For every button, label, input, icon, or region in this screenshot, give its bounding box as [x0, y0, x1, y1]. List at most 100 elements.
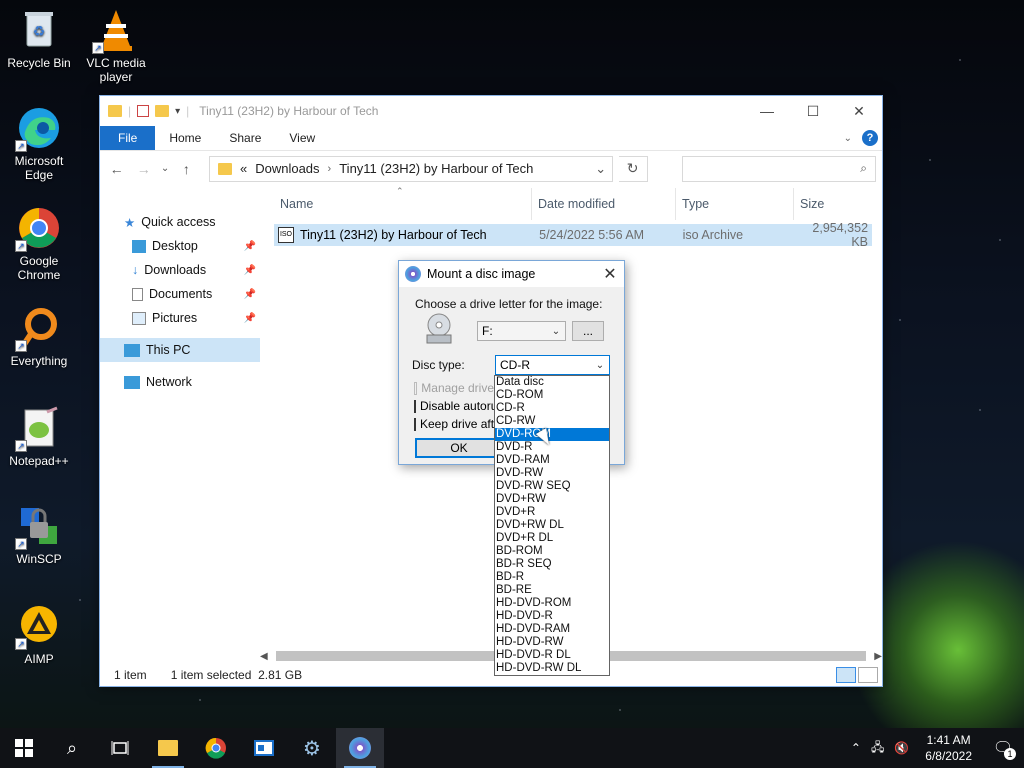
- dropdown-option[interactable]: BD-RE: [495, 584, 609, 597]
- explorer-titlebar[interactable]: | ▾ | Tiny11 (23H2) by Harbour of Tech —…: [100, 96, 882, 126]
- tab-file[interactable]: File: [100, 126, 156, 150]
- maximize-button[interactable]: ☐: [790, 96, 836, 126]
- volume-muted-icon[interactable]: 🔇: [894, 741, 909, 755]
- breadcrumb-downloads[interactable]: Downloads: [255, 161, 319, 176]
- dropdown-option[interactable]: DVD-RW SEQ: [495, 480, 609, 493]
- dropdown-option[interactable]: BD-R SEQ: [495, 558, 609, 571]
- taskbar-file-explorer[interactable]: [144, 728, 192, 768]
- nav-downloads[interactable]: ↓ Downloads 📌: [100, 258, 260, 282]
- details-view-button[interactable]: [836, 667, 856, 683]
- notification-center-button[interactable]: 🗨 1: [988, 738, 1018, 760]
- dropdown-option[interactable]: DVD+RW: [495, 493, 609, 506]
- desktop-icon-notepadpp[interactable]: ↗ Notepad++: [0, 406, 78, 468]
- search-button[interactable]: ⌕: [48, 728, 96, 768]
- recent-locations-icon[interactable]: ⌄: [160, 163, 170, 174]
- nav-network[interactable]: Network: [100, 370, 260, 394]
- nav-desktop[interactable]: Desktop 📌: [100, 234, 260, 258]
- up-button[interactable]: ↑: [176, 161, 197, 177]
- address-overflow[interactable]: «: [240, 161, 247, 176]
- desktop-icon-recycle-bin[interactable]: ♻ Recycle Bin: [0, 8, 78, 70]
- address-dropdown-icon[interactable]: ⌄: [590, 161, 612, 177]
- refresh-button[interactable]: ↻: [618, 155, 648, 182]
- task-view-button[interactable]: [96, 728, 144, 768]
- taskbar-disc-mounter[interactable]: [336, 728, 384, 768]
- start-button[interactable]: [0, 728, 48, 768]
- pin-icon[interactable]: 📌: [244, 313, 256, 324]
- desktop-icon-chrome[interactable]: ↗ Google Chrome: [0, 206, 78, 282]
- edge-icon: ↗: [15, 106, 61, 152]
- dialog-close-button[interactable]: ✕: [596, 264, 624, 284]
- close-button[interactable]: ✕: [836, 96, 882, 126]
- dropdown-option[interactable]: HD-DVD-R: [495, 610, 609, 623]
- dropdown-option[interactable]: DVD+R DL: [495, 532, 609, 545]
- tab-share[interactable]: Share: [215, 126, 275, 150]
- nav-this-pc[interactable]: This PC: [100, 338, 260, 362]
- breadcrumb-separator-icon[interactable]: ›: [328, 163, 332, 175]
- minimize-button[interactable]: —: [744, 96, 790, 126]
- search-input[interactable]: ⌕: [681, 155, 876, 182]
- desktop-icon-everything[interactable]: ↗ Everything: [0, 306, 78, 368]
- pin-icon[interactable]: 📌: [244, 241, 256, 252]
- large-icons-view-button[interactable]: [858, 667, 878, 683]
- keep-drive-checkbox[interactable]: Keep drive after: [414, 417, 494, 431]
- dropdown-option[interactable]: HD-DVD-ROM: [495, 597, 609, 610]
- dropdown-option[interactable]: DVD+RW DL: [495, 519, 609, 532]
- checkbox-label: Manage drive: [421, 381, 494, 395]
- dialog-titlebar[interactable]: Mount a disc image ✕: [399, 261, 624, 287]
- tab-view[interactable]: View: [275, 126, 329, 150]
- scroll-left-icon[interactable]: ◀: [260, 651, 268, 662]
- disc-type-select[interactable]: CD-R ⌄: [495, 355, 610, 375]
- tab-home[interactable]: Home: [155, 126, 215, 150]
- help-icon[interactable]: ?: [862, 130, 878, 146]
- forward-button[interactable]: →: [133, 161, 154, 177]
- dropdown-option[interactable]: HD-DVD-R DL: [495, 649, 609, 662]
- properties-icon[interactable]: [137, 105, 150, 117]
- dropdown-option[interactable]: HD-DVD-RW: [495, 636, 609, 649]
- desktop-icon-vlc[interactable]: ↗ VLC media player: [77, 8, 155, 84]
- folder-icon: [108, 105, 122, 117]
- scroll-right-icon[interactable]: ▶: [874, 651, 882, 662]
- show-hidden-icons-icon[interactable]: ⌃: [851, 741, 861, 755]
- dropdown-option[interactable]: DVD-RAM: [495, 454, 609, 467]
- pin-icon[interactable]: 📌: [244, 265, 256, 276]
- dropdown-option[interactable]: HD-DVD-RAM: [495, 623, 609, 636]
- column-header-size[interactable]: Size: [794, 188, 872, 220]
- network-status-icon[interactable]: 🖧: [871, 738, 884, 759]
- browse-button[interactable]: ...: [572, 321, 604, 341]
- column-header-date[interactable]: Date modified: [532, 188, 676, 220]
- dropdown-option[interactable]: BD-R: [495, 571, 609, 584]
- dropdown-option[interactable]: Data disc: [495, 376, 609, 389]
- column-header-type[interactable]: Type: [676, 188, 794, 220]
- dropdown-option[interactable]: BD-ROM: [495, 545, 609, 558]
- table-row[interactable]: ISO Tiny11 (23H2) by Harbour of Tech 5/2…: [274, 221, 872, 249]
- expand-ribbon-icon[interactable]: ⌄: [844, 133, 852, 144]
- taskbar-app-window[interactable]: [240, 728, 288, 768]
- dropdown-option[interactable]: CD-RW: [495, 415, 609, 428]
- manage-drive-checkbox[interactable]: Manage drive: [414, 381, 494, 395]
- desktop-icon-winscp[interactable]: ↗ WinSCP: [0, 504, 78, 566]
- ok-button[interactable]: OK: [415, 438, 503, 458]
- dropdown-option[interactable]: CD-ROM: [495, 389, 609, 402]
- nav-quick-access[interactable]: ★ Quick access: [100, 210, 260, 234]
- back-button[interactable]: ←: [106, 161, 127, 177]
- clock[interactable]: 1:41 AM 6/8/2022: [919, 732, 978, 764]
- disable-autorun-checkbox[interactable]: Disable autorun: [414, 399, 494, 413]
- desktop-icon-edge[interactable]: ↗ Microsoft Edge: [0, 106, 78, 182]
- drive-letter-select[interactable]: F: ⌄: [477, 321, 566, 341]
- quick-access-dropdown-icon[interactable]: ▾: [175, 106, 180, 117]
- taskbar-settings[interactable]: ⚙: [288, 728, 336, 768]
- nav-documents[interactable]: Documents 📌: [100, 282, 260, 306]
- dropdown-option[interactable]: DVD-RW: [495, 467, 609, 480]
- address-bar[interactable]: « Downloads › Tiny11 (23H2) by Harbour o…: [208, 155, 613, 182]
- disc-type-dropdown-list[interactable]: Data disc CD-ROM CD-R CD-RW DVD-ROM DVD-R DVD-…: [494, 375, 610, 676]
- nav-pictures[interactable]: Pictures 📌: [100, 306, 260, 330]
- breadcrumb-current[interactable]: Tiny11 (23H2) by Harbour of Tech: [339, 161, 533, 176]
- dropdown-option[interactable]: CD-R: [495, 402, 609, 415]
- search-icon: ⌕: [860, 161, 867, 175]
- pin-icon[interactable]: 📌: [244, 289, 256, 300]
- dropdown-option[interactable]: DVD+R: [495, 506, 609, 519]
- taskbar-chrome[interactable]: [192, 728, 240, 768]
- desktop-icon-aimp[interactable]: ↗ AIMP: [0, 604, 78, 666]
- dropdown-option[interactable]: HD-DVD-RW DL: [495, 662, 609, 675]
- new-folder-icon[interactable]: [155, 105, 170, 117]
